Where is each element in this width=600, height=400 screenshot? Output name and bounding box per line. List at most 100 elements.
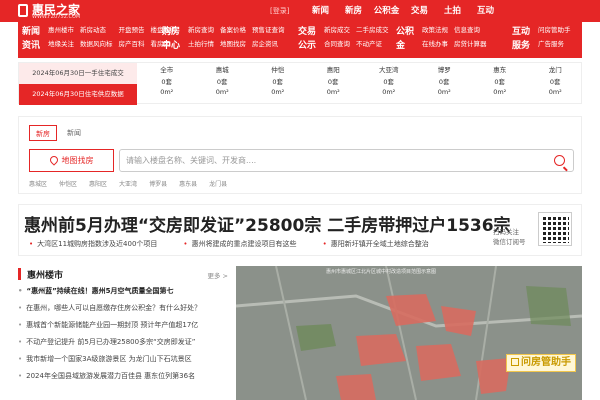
area-link[interactable]: 龙门县 [209, 179, 227, 188]
area-link[interactable]: 博罗县 [149, 179, 167, 188]
nav-link[interactable]: 房贷计算器 [454, 39, 487, 49]
area-link[interactable]: 惠阳区 [89, 179, 107, 188]
nav-group-title: 购房中心 [162, 27, 181, 51]
news-section-header: 惠州楼市 更多 > [18, 266, 228, 282]
news-item[interactable]: 在惠州，哪些人可以自愿缴存住房公积金？有什么好处？ [18, 303, 228, 320]
housing-assistant-badge[interactable]: 问房管助手 [506, 354, 576, 372]
qr-line1: 扫码关注 [493, 228, 519, 236]
nav-link[interactable]: 房产百科 [119, 39, 145, 49]
nav-link[interactable]: 问房管助手 [538, 25, 571, 35]
district-name[interactable]: 惠城 [195, 63, 251, 77]
district-name[interactable]: 博罗 [417, 63, 473, 77]
qr-code-icon [538, 212, 572, 246]
badge-label: 问房管助手 [521, 357, 571, 368]
top-nav-land-auction[interactable]: 土拍 [436, 0, 469, 22]
top-nav-interaction[interactable]: 互动 [469, 0, 502, 22]
floor-area: 0m² [271, 88, 285, 96]
tab-news[interactable]: 新闻 [61, 125, 87, 141]
district-column: 惠城 0套 0m² [195, 63, 251, 105]
nav-link[interactable]: 数据风向标 [80, 39, 113, 49]
headline-sublink[interactable]: 惠阳新圩镇开全域土地综合整治 [323, 239, 429, 249]
headline-panel: 惠州前5月办理“交房即发证”25800宗 二手房带押过户1536宗 大湾区11城… [18, 204, 582, 256]
search-icon[interactable] [554, 155, 565, 166]
district-column: 龙门 0套 0m² [528, 63, 584, 105]
area-link[interactable]: 惠东县 [179, 179, 197, 188]
district-name[interactable]: 龙门 [528, 63, 584, 77]
nav-link[interactable]: 房企资讯 [252, 39, 285, 49]
district-name[interactable]: 惠阳 [306, 63, 362, 77]
top-nav-news[interactable]: 新闻 [304, 0, 337, 22]
district-name[interactable]: 全市 [139, 63, 195, 77]
nav-link[interactable]: 广告服务 [538, 39, 571, 49]
nav-link[interactable]: 信息查询 [454, 25, 487, 35]
top-nav-provident-fund[interactable]: 公积金 [370, 0, 403, 22]
search-placeholder: 请输入楼盘名称、关键词、开发商.... [126, 156, 257, 165]
nav-link[interactable]: 惠州楼市 [48, 25, 74, 35]
floor-area: 0m² [493, 88, 507, 96]
news-section-title: 惠州楼市 [27, 271, 64, 281]
nav-link[interactable]: 合同查询 [324, 39, 350, 49]
chat-icon [511, 358, 519, 366]
more-link[interactable]: 更多 > [207, 270, 228, 280]
district-name[interactable]: 大亚湾 [361, 63, 417, 77]
nav-link[interactable]: 不动产证 [356, 39, 389, 49]
nav-link[interactable]: 新房成交 [324, 25, 350, 35]
nav-link[interactable]: 二手房成交 [356, 25, 389, 35]
district-column: 全市 0套 0m² [139, 63, 195, 105]
site-logo[interactable]: 惠民之家 WWW.FZ0752.COM [18, 1, 108, 21]
map-caption: 惠州市惠城区江北片区城中村改造项目范围示意图 [326, 269, 437, 275]
news-item[interactable]: “惠州蓝”持续在线！惠州5月空气质量全国第七 [18, 286, 228, 303]
tab-new-homes[interactable]: 新房 [29, 125, 57, 141]
tab-deal-data[interactable]: 2024年06月30日一手住宅成交 [19, 63, 137, 84]
district-name[interactable]: 仲恺 [250, 63, 306, 77]
news-item[interactable]: 惠城首个新能源储能产业园一期封顶 预计年产值超17亿 [18, 320, 228, 337]
nav-link[interactable]: 土拍行情 [188, 39, 214, 49]
headline-sublink[interactable]: 惠州将建成的重点建设项目有这些 [183, 239, 297, 249]
area-link[interactable]: 惠城区 [29, 179, 47, 188]
nav-group-news: 新闻资讯 惠州楼市 新房动态 开盘预告 楼盘导购 地缘关注 数据风向标 房产百科… [22, 22, 182, 58]
nav-link[interactable]: 开盘预告 [119, 25, 145, 35]
floor-area: 0m² [326, 88, 340, 96]
nav-group-transactions: 交易公示 新房成交 二手房成交 合同查询 不动产证 [298, 22, 389, 58]
nav-link[interactable]: 备案价格 [220, 25, 246, 35]
unit-count: 0套 [383, 78, 395, 86]
area-link[interactable]: 大亚湾 [119, 179, 137, 188]
logo-house-icon [18, 4, 28, 17]
district-name[interactable]: 惠东 [472, 63, 528, 77]
search-input[interactable]: 请输入楼盘名称、关键词、开发商.... [119, 149, 574, 172]
nav-group-title: 交易公示 [298, 27, 317, 51]
nav-link[interactable]: 地图找房 [220, 39, 246, 49]
nav-link[interactable]: 新房动态 [80, 25, 113, 35]
district-columns: 全市 0套 0m² 惠城 0套 0m² 仲恺 0套 0m² 惠阳 0套 0m² 大亚湾 0套 0m² 博罗 0套… [139, 63, 583, 105]
nav-link[interactable]: 预售证查询 [252, 25, 285, 35]
nav-link[interactable]: 新房查询 [188, 25, 214, 35]
nav-link[interactable]: 在线办事 [422, 39, 448, 49]
unit-count: 0套 [438, 78, 450, 86]
project-map-image[interactable]: 惠州市惠城区江北片区城中村改造项目范围示意图 问房管助手 [236, 266, 582, 400]
nav-group-provident-fund: 公积金 政策法规 信息查询 在线办事 房贷计算器 [396, 22, 506, 58]
top-nav-new-homes[interactable]: 新房 [337, 0, 370, 22]
unit-count: 0套 [216, 78, 228, 86]
news-item[interactable]: 2024年全国县域旅游发展潜力百佳县 惠东位列第36名 [18, 371, 228, 388]
nav-group-interaction: 互动服务 问房管助手 广告服务 [512, 22, 582, 58]
news-item[interactable]: 我市新增一个国家3A级旅游景区 为龙门山下石坑景区 [18, 354, 228, 371]
top-nav-transactions[interactable]: 交易 [403, 0, 436, 22]
news-item[interactable]: 不动产登记提升 前5月已办理25800多宗“交房即发证” [18, 337, 228, 354]
unit-count: 0套 [494, 78, 506, 86]
tab-supply-data[interactable]: 2024年06月30日住宅供应数据 [19, 84, 137, 105]
unit-count: 0套 [327, 78, 339, 86]
floor-area: 0m² [215, 88, 229, 96]
unit-count: 0套 [272, 78, 284, 86]
map-search-button[interactable]: 地图找房 [29, 149, 114, 172]
area-link[interactable]: 仲恺区 [59, 179, 77, 188]
floor-area: 0m² [382, 88, 396, 96]
nav-link[interactable]: 政策法规 [422, 25, 448, 35]
headline-title[interactable]: 惠州前5月办理“交房即发证”25800宗 二手房带押过户1536宗 [24, 211, 511, 236]
nav-group-title: 互动服务 [512, 27, 531, 51]
login-link[interactable]: [登录] [270, 6, 289, 16]
wechat-qr: 扫码关注 微信订阅号 [487, 212, 572, 251]
search-panel: 新房 新闻 地图找房 请输入楼盘名称、关键词、开发商.... 惠城区 仲恺区 惠… [18, 116, 582, 194]
nav-link[interactable]: 地缘关注 [48, 39, 74, 49]
district-column: 大亚湾 0套 0m² [361, 63, 417, 105]
headline-sublink[interactable]: 大湾区11城购房指数涉及近400个项目 [29, 239, 157, 249]
